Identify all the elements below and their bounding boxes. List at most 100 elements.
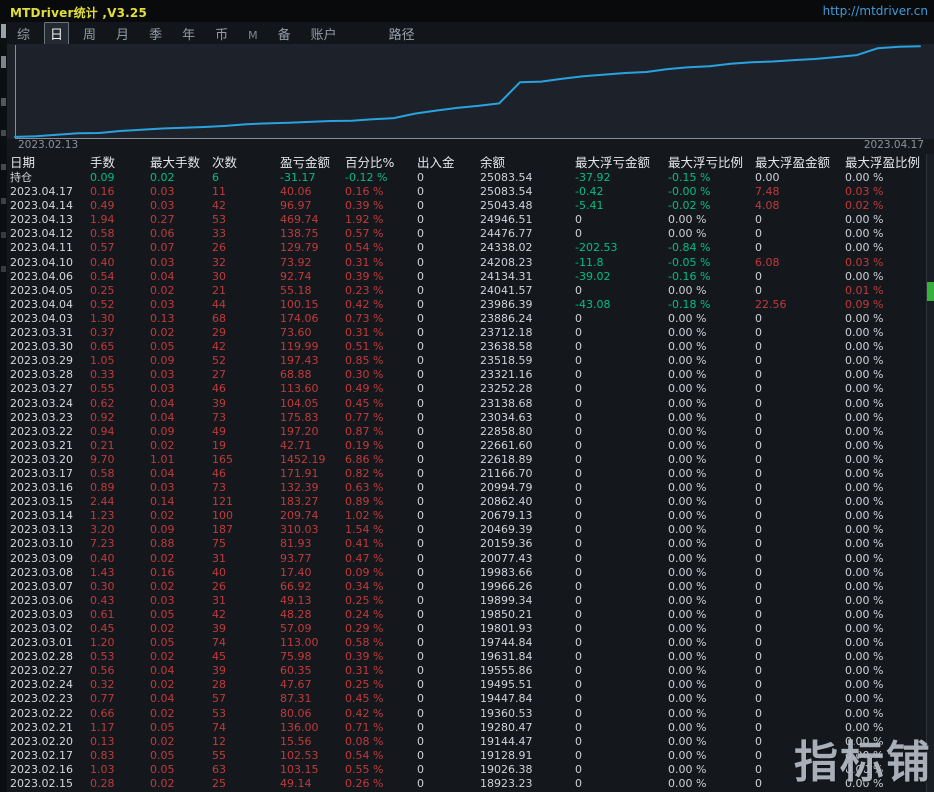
dock-strip[interactable] [0,22,7,792]
cell: -0.12 % [345,171,388,184]
cell: 25 [212,777,226,791]
table-row[interactable]: 2023.04.10 0.40 0.03 32 73.92 0.31 % 0 24208.23… [0,256,934,270]
scrollbar-thumb[interactable] [927,282,934,301]
cell: 0.13 [150,311,175,325]
table-row[interactable]: 2023.03.20 9.70 1.01 165 1452.19 6.86 % 0 22618… [0,453,934,467]
table-row[interactable]: 2023.03.10 7.23 0.88 75 81.93 0.41 % 0 20159.36… [0,537,934,551]
cell: 0.00 % [668,622,707,635]
table-row[interactable]: 2023.02.23 0.77 0.04 57 87.31 0.45 % 0 19447.84… [0,692,934,706]
cell: 0.00 % [668,692,707,706]
cell: 44 [212,297,226,311]
cell: 2023.03.17 [10,466,73,480]
cell: 0.04 [150,269,175,283]
cell: 0.21 [90,438,115,452]
table-row[interactable]: 2023.04.06 0.54 0.04 30 92.74 0.39 % 0 24134.31… [0,270,934,284]
table-row[interactable]: 2023.04.17 0.16 0.03 11 40.06 0.16 % 0 25083.54… [0,185,934,199]
cell: 24134.31 [480,269,533,283]
table-row[interactable]: 2023.02.27 0.56 0.04 39 60.35 0.31 % 0 19555.86… [0,664,934,678]
cell: 0.00 % [845,438,884,452]
table-row[interactable]: 2023.02.22 0.66 0.02 53 80.06 0.42 % 0 19360.53… [0,707,934,721]
cell: -0.05 % [668,255,711,269]
table-row[interactable]: 2023.03.21 0.21 0.02 19 42.71 0.19 % 0 22661.60… [0,439,934,453]
cell: 0.00 % [668,227,707,241]
table-row[interactable]: 2023.03.22 0.94 0.09 49 197.20 0.87 % 0 22858.8… [0,425,934,439]
table-row[interactable]: 2023.04.11 0.57 0.07 26 129.79 0.54 % 0 24338.0… [0,241,934,255]
table-row[interactable]: 2023.04.12 0.58 0.06 33 138.75 0.57 % 0 24476.7… [0,227,934,241]
table-row[interactable]: 2023.03.09 0.40 0.02 31 93.77 0.47 % 0 20077.43… [0,552,934,566]
cell: 100.15 [280,297,319,311]
menu-item-币[interactable]: 币 [209,22,234,45]
cell: 19555.86 [480,664,533,678]
website-link[interactable]: http://mtdriver.cn [823,4,928,18]
cell: 0.05 [150,720,175,734]
cell: 0.00 % [668,466,707,480]
table-row[interactable]: 2023.04.13 1.94 0.27 53 469.74 1.92 % 0 24946.5… [0,213,934,227]
menu-item-M[interactable]: M [242,27,264,44]
table-row[interactable]: 2023.03.07 0.30 0.02 26 66.92 0.34 % 0 19966.26… [0,580,934,594]
cell: 0.02 [150,438,175,452]
cell: 40 [212,565,226,579]
menu-item-综[interactable]: 综 [11,22,36,45]
cell: 0.73 % [345,311,384,325]
menu-item-年[interactable]: 年 [176,22,201,45]
menu-item-季[interactable]: 季 [143,22,168,45]
cell: 0.02 [150,777,175,791]
table-row[interactable]: 2023.03.02 0.45 0.02 39 57.09 0.29 % 0 19801.93… [0,622,934,636]
table-scrollbar[interactable] [926,154,934,792]
table-row[interactable]: 2023.03.14 1.23 0.02 100 209.74 1.02 % 0 20679.… [0,509,934,523]
table-row[interactable]: 2023.04.03 1.30 0.13 68 174.06 0.73 % 0 23886.2… [0,312,934,326]
cell: 0 [417,396,424,410]
cell: 0.02 [150,509,175,523]
cell: 0.14 [150,495,175,509]
table-row[interactable]: 2023.03.08 1.43 0.16 40 17.40 0.09 % 0 19983.66… [0,566,934,580]
cell: 0.00 % [845,382,884,396]
table-row[interactable]: 2023.03.28 0.33 0.03 27 68.88 0.30 % 0 23321.16… [0,368,934,382]
cell: 0.00 % [845,607,884,621]
table-row[interactable]: 2023.03.03 0.61 0.05 42 48.28 0.24 % 0 19850.21… [0,608,934,622]
table-row[interactable]: 2023.04.14 0.49 0.03 42 96.97 0.39 % 0 25043.48… [0,199,934,213]
cell: 0.88 [150,537,175,551]
table-row[interactable]: 2023.03.15 2.44 0.14 121 183.27 0.89 % 0 20862.… [0,495,934,509]
table-row[interactable]: 2023.04.04 0.52 0.03 44 100.15 0.42 % 0 23986.3… [0,298,934,312]
table-row[interactable]: 2023.03.29 1.05 0.09 52 197.43 0.85 % 0 23518.5… [0,354,934,368]
cell: 0.00 % [668,678,707,692]
cell: 310.03 [280,523,319,537]
cell: 2023.04.10 [10,255,73,269]
cell: 24476.77 [480,227,533,241]
table-row[interactable]: 2023.03.16 0.89 0.03 73 132.39 0.63 % 0 20994.7… [0,481,934,495]
cell: 0.00 % [845,368,884,382]
menu-item-path[interactable]: 路径 [389,24,415,43]
cell: 0 [417,227,424,241]
menu-item-日[interactable]: 日 [44,21,70,45]
table-row[interactable]: 2023.03.30 0.65 0.05 42 119.99 0.51 % 0 23638.5… [0,340,934,354]
cell: 19850.21 [480,607,533,621]
cell: 0.00 % [668,565,707,579]
table-row[interactable]: 2023.02.24 0.32 0.02 28 47.67 0.25 % 0 19495.51… [0,678,934,692]
cell: 2023.02.23 [10,692,73,706]
table-row[interactable]: 2023.03.31 0.37 0.02 29 73.60 0.31 % 0 23712.18… [0,326,934,340]
cell: 19495.51 [480,678,533,692]
menu-item-月[interactable]: 月 [110,22,135,45]
cell: 0.55 % [345,762,384,776]
table-row[interactable]: 2023.03.23 0.92 0.04 73 175.83 0.77 % 0 23034.6… [0,411,934,425]
cell: 0.00 % [845,311,884,325]
table-row[interactable]: 2023.03.06 0.43 0.03 31 49.13 0.25 % 0 19899.34… [0,594,934,608]
table-row[interactable]: 2023.03.24 0.62 0.04 39 104.05 0.45 % 0 23138.6… [0,397,934,411]
cell: 113.00 [280,636,319,650]
cell: 0.00 % [845,396,884,410]
cell: 0 [417,410,424,424]
cell: 2023.02.17 [10,748,73,762]
table-row[interactable]: 2023.03.01 1.20 0.05 74 113.00 0.58 % 0 19744.8… [0,636,934,650]
table-row[interactable]: 2023.04.05 0.25 0.02 21 55.18 0.23 % 0 24041.57… [0,284,934,298]
menu-item-账户[interactable]: 账户 [305,22,343,45]
table-row[interactable]: 2023.03.17 0.58 0.04 46 171.91 0.82 % 0 21166.7… [0,467,934,481]
cell: 0.00 % [845,424,884,438]
table-row[interactable]: 2023.02.28 0.53 0.02 45 75.98 0.39 % 0 19631.84… [0,650,934,664]
table-row[interactable]: 2023.03.27 0.55 0.03 46 113.60 0.49 % 0 23252.2… [0,382,934,396]
menu-item-周[interactable]: 周 [77,22,102,45]
menu-item-备[interactable]: 备 [272,22,297,45]
table-row[interactable]: 2023.03.13 3.20 0.09 187 310.03 1.54 % 0 20469.… [0,523,934,537]
table-row[interactable]: 持仓 0.09 0.02 6 -31.17 -0.12 % 0 25083.54 -37.92 -… [0,171,934,185]
cell: 0 [575,607,582,621]
cell: 6 [212,171,219,184]
